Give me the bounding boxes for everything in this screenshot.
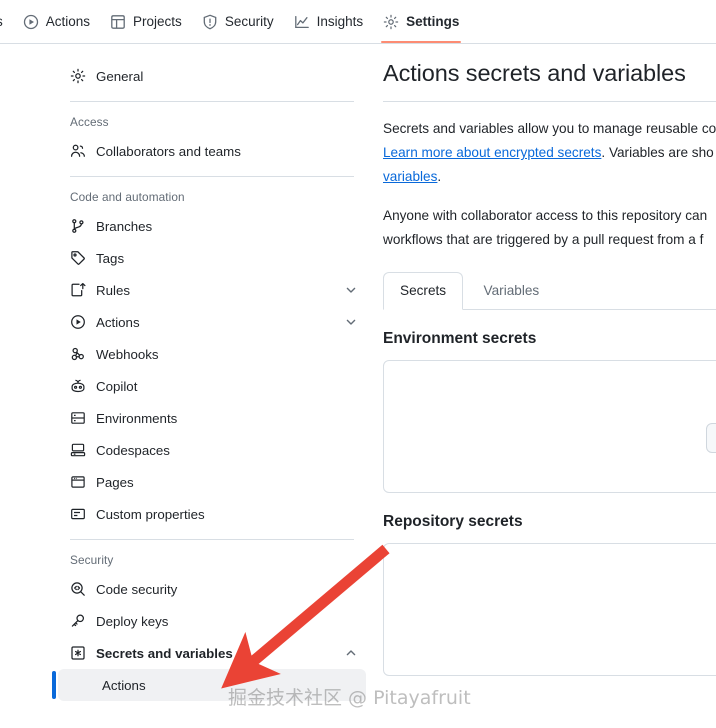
settings-sidebar: General Access Collaborators and teams C… [52, 60, 368, 701]
sidebar-divider [70, 101, 354, 102]
people-icon [70, 143, 86, 159]
sidebar-item-label: General [96, 68, 144, 84]
sidebar-section-access: Access [70, 115, 109, 129]
sidebar-subitem-actions[interactable]: Actions [52, 669, 366, 701]
sidebar-item-label: Codespaces [96, 442, 170, 458]
secrets-variables-tablist: Secrets Variables [383, 272, 716, 310]
table-icon [110, 14, 126, 30]
sidebar-item-general[interactable]: General [56, 60, 368, 92]
chevron-down-icon[interactable] [344, 315, 358, 329]
sidebar-item-deploy-keys[interactable]: Deploy keys [56, 605, 368, 637]
sidebar-item-pages[interactable]: Pages [56, 466, 368, 498]
sidebar-item-label: Collaborators and teams [96, 143, 241, 159]
key-icon [70, 613, 86, 629]
gear-icon [383, 14, 399, 30]
sidebar-item-secrets-and-variables[interactable]: Secrets and variables [56, 637, 368, 669]
nav-clipped-text: s [0, 14, 3, 29]
sidebar-item-custom-properties[interactable]: Custom properties [56, 498, 368, 530]
sidebar-divider [70, 176, 354, 177]
repository-secrets-heading: Repository secrets [383, 513, 523, 530]
sidebar-item-branches[interactable]: Branches [56, 210, 368, 242]
variables-link[interactable]: variables [383, 169, 437, 184]
tag-icon [70, 250, 86, 266]
sidebar-item-copilot[interactable]: Copilot [56, 370, 368, 402]
sidebar-item-code-security[interactable]: Code security [56, 573, 368, 605]
asterisk-box-icon [70, 645, 86, 661]
codespaces-icon [70, 442, 86, 458]
repo-nav-bar: s Actions Projects [0, 0, 716, 44]
custom-properties-icon [70, 506, 86, 522]
sidebar-item-tags[interactable]: Tags [56, 242, 368, 274]
nav-tab-label: Insights [316, 14, 364, 29]
sidebar-item-rules[interactable]: Rules [56, 274, 368, 306]
environment-secrets-panel: This env Manag [383, 360, 716, 493]
nav-tab-actions[interactable]: Actions [13, 0, 100, 43]
webhook-icon [70, 346, 86, 362]
rules-icon [70, 282, 86, 298]
play-circle-icon [70, 314, 86, 330]
copilot-icon [70, 378, 86, 394]
server-icon [70, 410, 86, 426]
sidebar-item-label: Deploy keys [96, 613, 169, 629]
sidebar-item-environments[interactable]: Environments [56, 402, 368, 434]
intro-paragraph-1: Secrets and variables allow you to manag… [383, 117, 716, 189]
chevron-down-icon[interactable] [344, 283, 358, 297]
learn-more-encrypted-secrets-link[interactable]: Learn more about encrypted secrets [383, 145, 601, 160]
nav-tab-label: Projects [133, 14, 182, 29]
chevron-up-icon[interactable] [344, 646, 358, 660]
sidebar-section-security: Security [70, 553, 114, 567]
sidebar-item-label: Webhooks [96, 346, 159, 362]
main-content: Actions secrets and variables Secrets an… [383, 60, 716, 676]
codescan-icon [70, 581, 86, 597]
intro-paragraph-2: Anyone with collaborator access to this … [383, 208, 708, 247]
sidebar-item-webhooks[interactable]: Webhooks [56, 338, 368, 370]
sidebar-item-label: Copilot [96, 378, 138, 394]
sidebar-item-label: Pages [96, 474, 134, 490]
browser-icon [70, 474, 86, 490]
nav-tab-security[interactable]: Security [192, 0, 284, 43]
nav-tab-settings[interactable]: Settings [373, 0, 469, 43]
sidebar-item-collaborators-and-teams[interactable]: Collaborators and teams [56, 135, 368, 167]
sidebar-subitem-label: Actions [102, 677, 146, 693]
intro-text-part3: . [437, 169, 442, 184]
sidebar-item-label: Code security [96, 581, 178, 597]
sidebar-item-label: Environments [96, 410, 178, 426]
sidebar-divider [70, 539, 354, 540]
sidebar-item-label: Custom properties [96, 506, 205, 522]
page-title: Actions secrets and variables [383, 60, 686, 86]
intro-text-part2: . Variables are sho [601, 145, 714, 160]
gear-icon [70, 68, 86, 84]
sidebar-section-code-and-automation: Code and automation [70, 190, 185, 204]
sidebar-item-codespaces[interactable]: Codespaces [56, 434, 368, 466]
environment-secrets-heading: Environment secrets [383, 330, 537, 347]
nav-tab-label: Security [224, 14, 274, 29]
sidebar-item-actions[interactable]: Actions [56, 306, 368, 338]
sidebar-item-label: Actions [96, 314, 140, 330]
title-divider [383, 101, 716, 102]
tab-secrets[interactable]: Secrets [383, 272, 464, 310]
play-circle-icon [23, 14, 39, 30]
intro-text-part1: Secrets and variables allow you to manag… [383, 121, 716, 136]
sidebar-item-label: Branches [96, 218, 153, 234]
tab-variables[interactable]: Variables [468, 273, 556, 311]
shield-alert-icon [202, 14, 218, 30]
graph-icon [294, 14, 310, 30]
git-branch-icon [70, 218, 86, 234]
sidebar-item-label: Secrets and variables [96, 645, 233, 661]
nav-tab-label: Actions [45, 14, 91, 29]
nav-tab-projects[interactable]: Projects [100, 0, 192, 43]
repository-secrets-panel: This re Ne [383, 543, 716, 676]
sidebar-item-label: Tags [96, 250, 125, 266]
nav-tab-label: Settings [406, 14, 460, 29]
nav-tab-insights[interactable]: Insights [284, 0, 374, 43]
sidebar-item-label: Rules [96, 282, 130, 298]
manage-environment-secrets-button[interactable]: Manag [705, 423, 716, 453]
